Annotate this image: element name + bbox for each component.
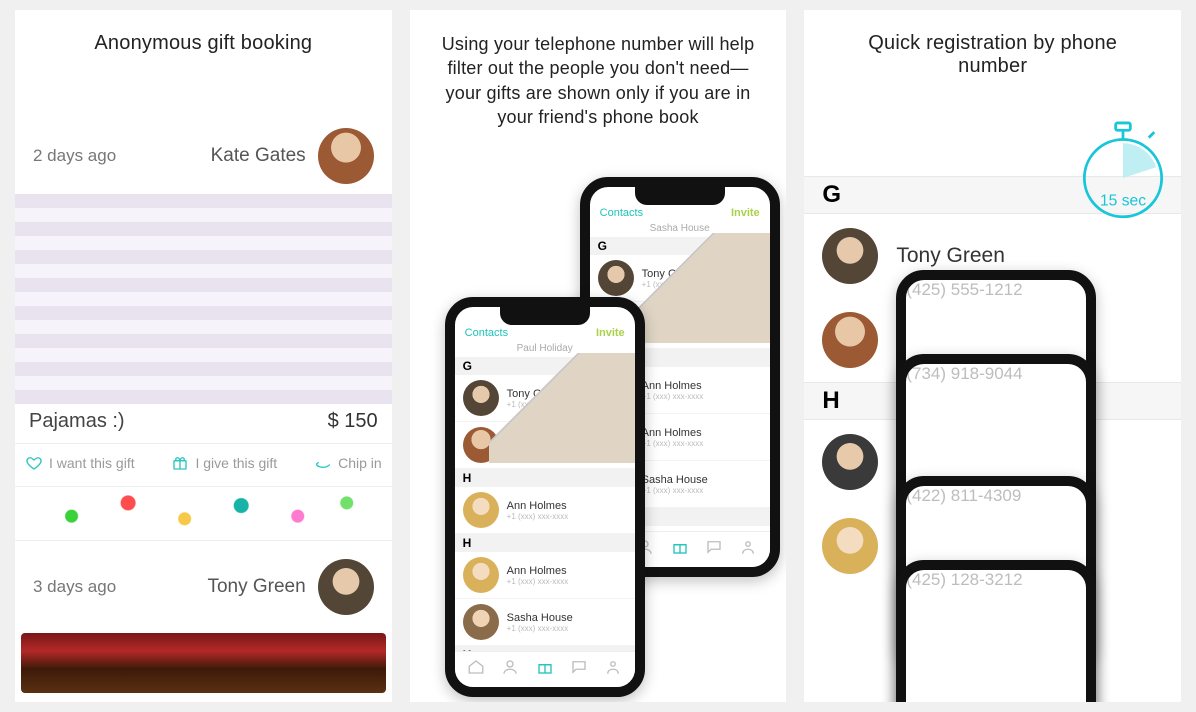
gift-actions: I want this gift I give this gift Chip i…	[15, 444, 392, 486]
avatar	[463, 427, 499, 463]
contact-name: Sasha House	[642, 474, 708, 486]
give-gift-label: I give this gift	[195, 455, 277, 471]
contact-name: Ann Holmes	[507, 500, 569, 512]
avatar[interactable]	[822, 228, 878, 284]
post1-username: Kate Gates	[211, 145, 306, 167]
phone-front-list[interactable]: GTony Green+1 (xxx) xxx-xxxxKate Gates+1…	[455, 357, 635, 697]
post2-time: 3 days ago	[33, 577, 116, 597]
tab-home-icon[interactable]	[467, 658, 485, 681]
post2-username: Tony Green	[207, 576, 305, 598]
panel2-title: Using your telephone number will help fi…	[410, 10, 787, 147]
contact-phone: (425) 128-3212	[896, 560, 1096, 702]
phone-front-subtitle: Paul Holiday	[455, 343, 635, 357]
panel-phone-filter: Using your telephone number will help fi…	[410, 10, 787, 702]
post2-header: 3 days ago Tony Green	[15, 559, 392, 625]
stopwatch-icon: 15 sec	[1077, 120, 1169, 228]
panel-quick-registration: Quick registration by phone number 15 se…	[804, 10, 1181, 702]
gift-title: Pajamas :)	[29, 410, 125, 433]
post2-user[interactable]: Tony Green	[207, 559, 373, 615]
avatar[interactable]	[822, 518, 878, 574]
phone-back-subtitle: Sasha House	[590, 223, 770, 237]
panel3-title: Quick registration by phone number	[804, 10, 1181, 96]
avatar	[598, 260, 634, 296]
contact-row[interactable]: Ann Holmes+1 (xxx) xxx-xxxx	[455, 487, 635, 534]
invite-button[interactable]: Invite	[731, 207, 760, 219]
avatar[interactable]	[318, 128, 374, 184]
contact-phone: +1 (xxx) xxx-xxxx	[507, 512, 569, 521]
give-gift-button[interactable]: I give this gift	[171, 454, 277, 472]
phone-front: Contacts Invite Paul Holiday GTony Green…	[445, 297, 645, 697]
contact-phone: +1 (xxx) xxx-xxxx	[507, 689, 579, 697]
contact-phone: +1 (xxx) xxx-xxxx	[507, 400, 569, 409]
contact-phone: +1 (xxx) xxx-xxxx	[642, 280, 704, 289]
chip-in-label: Chip in	[338, 455, 382, 471]
contact-phone: +1 (xxx) xxx-xxxx	[642, 392, 704, 401]
hearts-divider	[15, 486, 392, 541]
gift-price: $ 150	[328, 410, 378, 433]
tab-gifts-icon[interactable]	[536, 658, 554, 681]
section-header: G	[455, 357, 635, 375]
post1-time: 2 days ago	[33, 146, 116, 166]
post1-header: 2 days ago Kate Gates	[15, 128, 392, 194]
phone-notch	[500, 307, 590, 325]
contact-name: Kate Gates	[507, 435, 569, 447]
contact-phone: +1 (xxx) xxx-xxxx	[507, 624, 573, 633]
contact-name: Sasha House	[507, 612, 573, 624]
contact-phone: +1 (xxx) xxx-xxxx	[642, 486, 708, 495]
contact-name: Ann Holmes	[642, 380, 704, 392]
avatar	[463, 604, 499, 640]
contact-phone: +1 (xxx) xxx-xxxx	[642, 439, 704, 448]
contacts-title: Contacts	[465, 327, 508, 339]
phones-illustration: Contacts Invite Sasha House GTony Green+…	[410, 147, 787, 702]
tab-chat-icon[interactable]	[570, 658, 588, 681]
contact-row[interactable]: Sasha House+1 (xxx) xxx-xxxx	[455, 599, 635, 646]
gift-meta: Pajamas :) $ 150	[15, 404, 392, 444]
panel-gift-booking: Anonymous gift booking 2 days ago Kate G…	[15, 10, 392, 702]
section-header: H	[455, 534, 635, 552]
section-header: G	[590, 237, 770, 255]
gift-image[interactable]	[15, 194, 392, 404]
chip-in-button[interactable]: Chip in	[314, 454, 382, 472]
contact-phone: +1 (xxx) xxx-xxxx	[507, 577, 569, 586]
avatar	[463, 557, 499, 593]
post1-user[interactable]: Kate Gates	[211, 128, 374, 184]
contact-row[interactable]: Tony Green+1 (xxx) xxx-xxxx	[455, 375, 635, 422]
panel1-title: Anonymous gift booking	[15, 10, 392, 73]
tab-friends-icon[interactable]	[501, 658, 519, 681]
avatar[interactable]	[822, 312, 878, 368]
avatar	[463, 492, 499, 528]
contact-phone: +1 (xxx) xxx-xxxx	[642, 327, 704, 336]
contacts-list[interactable]: GTony Green(425) 555-1212Kate Gates(734)…	[804, 176, 1181, 588]
contact-phone: +1 (xxx) xxx-xxxx	[507, 447, 569, 456]
contact-name: Tony Green	[507, 388, 569, 400]
post2-image[interactable]	[21, 633, 386, 693]
avatar[interactable]	[318, 559, 374, 615]
avatar	[463, 380, 499, 416]
pajama-photo	[15, 194, 392, 404]
section-header: H	[455, 469, 635, 487]
contact-name: Kate Gates	[642, 315, 704, 327]
want-gift-label: I want this gift	[49, 455, 135, 471]
invite-button[interactable]: Invite	[596, 327, 625, 339]
chip-in-icon	[314, 454, 332, 472]
gift-icon	[171, 454, 189, 472]
contacts-title: Contacts	[600, 207, 643, 219]
contact-row[interactable]: Ann Holmes+1 (xxx) xxx-xxxx	[455, 552, 635, 599]
contact-name: Ann Holmes	[507, 565, 569, 577]
phone-notch	[635, 187, 725, 205]
contact-name: Tony Green	[642, 268, 704, 280]
contact-row[interactable]: Kate Gates+1 (xxx) xxx-xxxx	[455, 422, 635, 469]
phone-front-tabs	[455, 651, 635, 687]
tab-profile-icon[interactable]	[604, 658, 622, 681]
contact-name: Ann Holmes	[642, 427, 704, 439]
avatar[interactable]	[822, 434, 878, 490]
want-gift-button[interactable]: I want this gift	[25, 454, 135, 472]
contact-name: Tony Green	[896, 244, 1005, 268]
tab-gifts-icon[interactable]	[671, 538, 689, 561]
tab-profile-icon[interactable]	[739, 538, 757, 561]
contact-row[interactable]: Tony Green+1 (xxx) xxx-xxxx	[590, 255, 770, 302]
timer-text: 15 sec	[1100, 193, 1146, 210]
heart-icon	[25, 454, 43, 472]
tab-chat-icon[interactable]	[705, 538, 723, 561]
